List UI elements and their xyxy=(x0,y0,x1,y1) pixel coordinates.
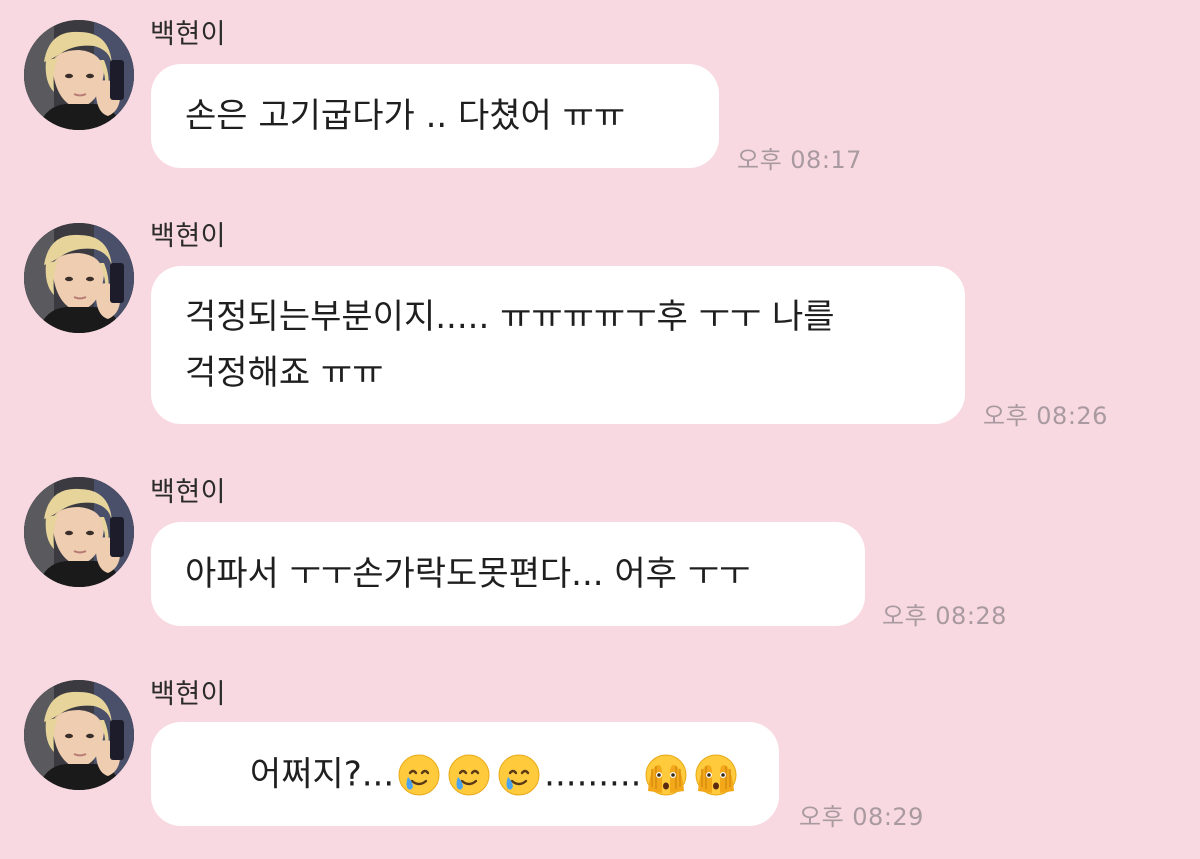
sender-name: 백현이 xyxy=(150,19,227,50)
smiling-face-with-tear-icon xyxy=(497,753,541,797)
avatar[interactable] xyxy=(24,20,134,130)
message-time: 오후 08:28 xyxy=(882,602,1007,630)
smiling-face-with-tear-icon xyxy=(397,753,441,797)
avatar[interactable] xyxy=(24,223,134,333)
profile-photo xyxy=(24,680,134,790)
message-time: 오후 08:17 xyxy=(737,146,862,174)
avatar[interactable] xyxy=(24,477,134,587)
smiling-face-with-tear-icon xyxy=(447,753,491,797)
face-with-peeking-eye-icon xyxy=(694,753,738,797)
message-text-dots: ......... xyxy=(544,754,642,795)
message-text: 아파서 ㅜㅜ손가락도못편다... 어후 ㅜㅜ xyxy=(185,554,751,594)
sender-name: 백현이 xyxy=(150,477,227,508)
message-time: 오후 08:29 xyxy=(799,803,924,831)
message-bubble[interactable]: 어쩌지?............ xyxy=(151,722,779,826)
message-bubble[interactable]: 걱정되는부분이지..... ㅠㅠㅠㅠㅜ후 ㅜㅜ 나를 걱정해죠 ㅠㅠ xyxy=(151,266,965,424)
sender-name: 백현이 xyxy=(150,221,227,252)
face-with-peeking-eye-icon xyxy=(644,753,688,797)
message-text: 손은 고기굽다가 .. 다쳤어 ㅠㅠ xyxy=(185,96,626,136)
message-text-prefix: 어쩌지?... xyxy=(249,754,395,795)
profile-photo xyxy=(24,223,134,333)
avatar[interactable] xyxy=(24,680,134,790)
message-text: 어쩌지?............ xyxy=(185,689,741,859)
profile-photo xyxy=(24,477,134,587)
message-text: 걱정되는부분이지..... ㅠㅠㅠㅠㅜ후 ㅜㅜ 나를 걱정해죠 ㅠㅠ xyxy=(185,297,835,393)
message-bubble[interactable]: 아파서 ㅜㅜ손가락도못편다... 어후 ㅜㅜ xyxy=(151,522,865,626)
message-bubble[interactable]: 손은 고기굽다가 .. 다쳤어 ㅠㅠ xyxy=(151,64,719,168)
profile-photo xyxy=(24,20,134,130)
message-time: 오후 08:26 xyxy=(983,402,1108,430)
